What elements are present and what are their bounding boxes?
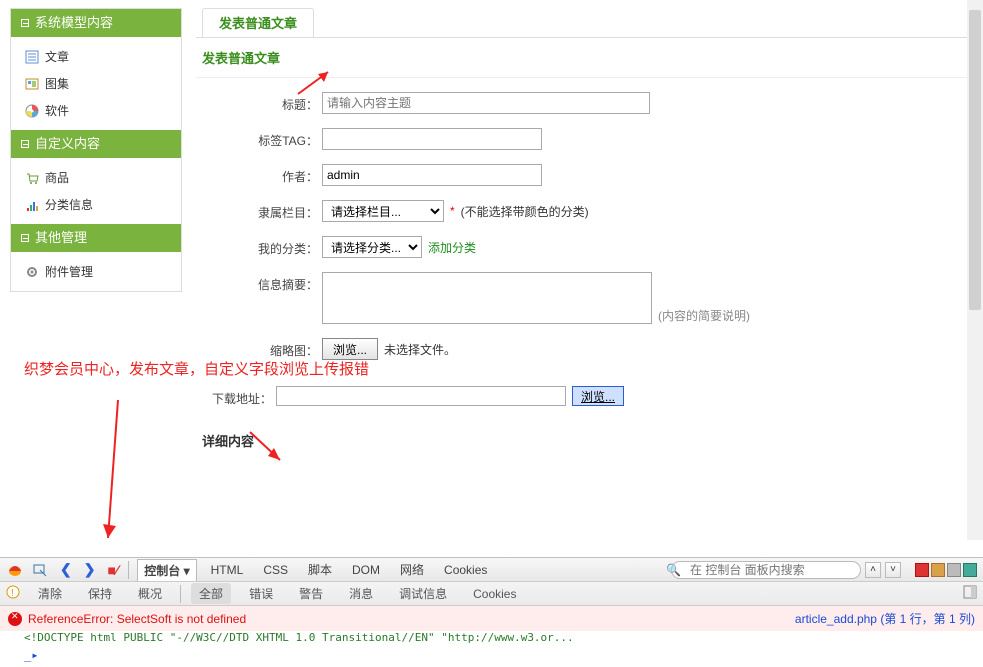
select-mycat[interactable]: 请选择分类... — [322, 236, 422, 258]
sidebar-item-category[interactable]: 分类信息 — [11, 191, 181, 218]
bars-icon — [25, 198, 39, 212]
download-browse-button[interactable]: 浏览... — [572, 386, 624, 406]
label-thumb: 缩略图： — [196, 338, 322, 359]
input-download-url[interactable] — [276, 386, 566, 406]
search-prev-button[interactable]: ˄ — [865, 562, 881, 578]
search-next-button[interactable]: ˅ — [885, 562, 901, 578]
panel-toggle-icon[interactable] — [963, 585, 977, 602]
thumb-nofile: 未选择文件。 — [384, 341, 456, 358]
console-filter-errors[interactable]: 错误 — [241, 583, 281, 604]
window-pop-icon[interactable] — [931, 563, 945, 577]
error-message: ReferenceError: SelectSoft is not define… — [28, 612, 246, 626]
sidebar-section-system: 系统模型内容 — [11, 9, 181, 37]
label-mycat: 我的分类： — [196, 236, 322, 257]
sidebar-item-product[interactable]: 商品 — [11, 164, 181, 191]
add-category-link[interactable]: 添加分类 — [428, 239, 476, 256]
svg-text:!: ! — [11, 588, 14, 599]
back-button[interactable]: ❮ — [58, 561, 74, 578]
console-error-row[interactable]: ReferenceError: SelectSoft is not define… — [0, 606, 983, 631]
console-filter-cookies[interactable]: Cookies — [465, 585, 524, 603]
devtools-tab-css[interactable]: CSS — [257, 563, 294, 577]
arrow-annotation-icon — [248, 430, 288, 469]
label-author: 作者： — [196, 164, 322, 185]
arrow-annotation-icon — [296, 68, 336, 101]
label-summary: 信息摘要： — [196, 272, 322, 293]
form: 标题： 标签TAG： 作者： 隶属栏目： 请选择栏目... *(不能选择带颜色的… — [196, 78, 973, 460]
warn-indicator-icon[interactable]: ! — [6, 585, 20, 602]
devtools-tab-html[interactable]: HTML — [205, 563, 250, 577]
label-column: 隶属栏目： — [196, 200, 322, 221]
window-dock-icon[interactable] — [963, 563, 977, 577]
sidebar-section-other: 其他管理 — [11, 224, 181, 252]
inspect-icon[interactable] — [32, 563, 50, 577]
devtools-search: 🔍 ˄ ˅ — [652, 561, 977, 579]
console-filter-warnings[interactable]: 警告 — [291, 583, 331, 604]
error-icon — [8, 612, 22, 626]
devtools-tab-dom[interactable]: DOM — [346, 563, 386, 577]
disc-icon — [25, 104, 39, 118]
devtools-tab-script[interactable]: 脚本 — [302, 561, 338, 578]
arrow-annotation-icon — [100, 398, 130, 551]
label-download: 下载地址： — [196, 386, 276, 407]
sidebar-section-custom: 自定义内容 — [11, 130, 181, 158]
console-code-line: <!DOCTYPE html PUBLIC "-//W3C//DTD XHTML… — [0, 631, 983, 648]
annotation-text: 织梦会员中心，发布文章，自定义字段浏览上传报错 — [24, 358, 369, 379]
gallery-icon — [25, 77, 39, 91]
sidebar-item-attachment[interactable]: 附件管理 — [11, 258, 181, 285]
search-icon: 🔍 — [666, 563, 681, 577]
tab-publish-article[interactable]: 发表普通文章 — [202, 8, 314, 37]
firebug-icon[interactable] — [6, 563, 24, 577]
devtools-tab-console[interactable]: 控制台 ▾ — [137, 559, 196, 581]
console-filter-all[interactable]: 全部 — [191, 583, 231, 604]
console-profile[interactable]: 概况 — [130, 583, 170, 604]
textarea-summary[interactable] — [322, 272, 652, 324]
forward-button[interactable]: ❯ — [82, 561, 98, 578]
column-note: (不能选择带颜色的分类) — [461, 203, 589, 220]
select-column[interactable]: 请选择栏目... — [322, 200, 444, 222]
window-min-icon[interactable] — [915, 563, 929, 577]
detail-content-head: 详细内容 — [196, 421, 973, 460]
devtools-tab-network[interactable]: 网络 — [394, 561, 430, 578]
vertical-scrollbar[interactable] — [967, 0, 983, 540]
console-filter-info[interactable]: 消息 — [341, 583, 381, 604]
devtools-search-input[interactable] — [671, 561, 861, 579]
tab-bar: 发表普通文章 — [196, 8, 973, 38]
devtools-panel: ❮ ❯ ■∕ 控制台 ▾ HTML CSS 脚本 DOM 网络 Cookies … — [0, 557, 983, 667]
console-prompt[interactable]: _▸ — [0, 648, 983, 662]
summary-note: (内容的简要说明) — [658, 307, 750, 324]
input-author[interactable] — [322, 164, 542, 186]
input-title[interactable] — [322, 92, 650, 114]
console-filter-debug[interactable]: 调试信息 — [391, 583, 455, 604]
console-persist[interactable]: 保持 — [80, 583, 120, 604]
window-close-icon[interactable] — [947, 563, 961, 577]
console-clear[interactable]: 清除 — [30, 583, 70, 604]
sidebar-item-article[interactable]: 文章 — [11, 43, 181, 70]
column-required: * — [450, 204, 455, 218]
stop-record-icon[interactable]: ■∕ — [105, 562, 120, 578]
label-tag: 标签TAG： — [196, 128, 322, 149]
error-location[interactable]: article_add.php (第 1 行，第 1 列) — [795, 610, 975, 627]
thumb-browse-button[interactable]: 浏览... — [322, 338, 378, 360]
sidebar-item-software[interactable]: 软件 — [11, 97, 181, 124]
gear-icon — [25, 265, 39, 279]
cart-icon — [25, 171, 39, 185]
input-tag[interactable] — [322, 128, 542, 150]
sidebar-item-gallery[interactable]: 图集 — [11, 70, 181, 97]
doc-icon — [25, 50, 39, 64]
devtools-tab-cookies[interactable]: Cookies — [438, 563, 493, 577]
sidebar: 系统模型内容 文章 图集 软件 自定义内容 商品 分类信息 其他管理 附件管理 — [10, 8, 182, 292]
